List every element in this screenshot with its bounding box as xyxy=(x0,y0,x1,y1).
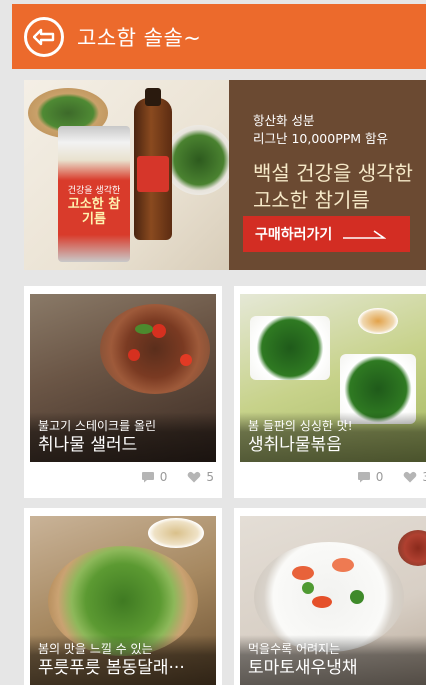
recipe-card[interactable]: 봄 들판의 싱싱한 맛! 생취나물볶음 0 3 xyxy=(234,286,426,498)
sesame-oil-bottle-image xyxy=(134,88,172,240)
promo-banner[interactable]: 건강을 생각한 고소한 참기름 항산화 성분 리그난 10,000PPM 함유 … xyxy=(24,80,426,270)
banner-product-image: 건강을 생각한 고소한 참기름 xyxy=(24,80,229,270)
back-arrow-icon xyxy=(33,28,55,45)
recipe-photo: 먹을수록 어려지는 토마토새우냉채 xyxy=(240,516,426,685)
recipe-subtitle: 먹을수록 어려지는 xyxy=(248,642,341,656)
banner-subtitle: 항산화 성분 리그난 10,000PPM 함유 xyxy=(253,113,389,146)
banner-title: 백설 건강을 생각한 고소한 참기름 xyxy=(253,161,413,212)
recipe-title: 토마토새우냉채 xyxy=(248,658,358,678)
heart-icon[interactable] xyxy=(403,471,417,483)
comment-count: 0 xyxy=(159,470,168,484)
buy-button[interactable]: 구매하러가기 xyxy=(243,216,410,252)
recipe-stats: 0 3 xyxy=(357,470,426,484)
back-button[interactable] xyxy=(24,16,64,57)
recipe-photo: 봄 들판의 싱싱한 맛! 생취나물볶음 xyxy=(240,294,426,462)
recipe-title: 푸릇푸릇 봄동달래··· xyxy=(38,658,185,678)
recipe-stats: 0 5 xyxy=(141,470,214,484)
recipe-card[interactable]: 봄의 맛을 느낄 수 있는 푸릇푸릇 봄동달래··· xyxy=(24,508,222,685)
arrow-right-icon xyxy=(343,230,387,239)
like-count: 3 xyxy=(422,470,426,484)
recipe-subtitle: 봄 들판의 싱싱한 맛! xyxy=(248,419,353,433)
recipe-card[interactable]: 불고기 스테이크를 올린 취나물 샐러드 0 5 xyxy=(24,286,222,498)
comment-count: 0 xyxy=(375,470,384,484)
sesame-oil-can-image: 건강을 생각한 고소한 참기름 xyxy=(58,126,130,262)
recipe-subtitle: 불고기 스테이크를 올린 xyxy=(38,419,157,433)
greens-plate-image xyxy=(164,125,229,195)
comment-icon xyxy=(141,472,154,483)
recipe-title: 취나물 샐러드 xyxy=(38,435,138,455)
like-count: 5 xyxy=(206,470,214,484)
comment-icon xyxy=(357,472,370,483)
recipe-title: 생취나물볶음 xyxy=(248,435,342,455)
recipe-photo: 봄의 맛을 느낄 수 있는 푸릇푸릇 봄동달래··· xyxy=(30,516,216,685)
heart-icon[interactable] xyxy=(187,471,201,483)
page-title: 고소함 솔솔~ xyxy=(77,25,202,50)
recipe-photo: 불고기 스테이크를 올린 취나물 샐러드 xyxy=(30,294,216,462)
recipe-subtitle: 봄의 맛을 느낄 수 있는 xyxy=(38,642,153,656)
app-header: 고소함 솔솔~ xyxy=(12,4,426,69)
banner-info-panel: 항산화 성분 리그난 10,000PPM 함유 백설 건강을 생각한 고소한 참… xyxy=(229,80,426,270)
recipe-card[interactable]: 먹을수록 어려지는 토마토새우냉채 xyxy=(234,508,426,685)
can-label: 건강을 생각한 고소한 참기름 xyxy=(67,186,121,228)
